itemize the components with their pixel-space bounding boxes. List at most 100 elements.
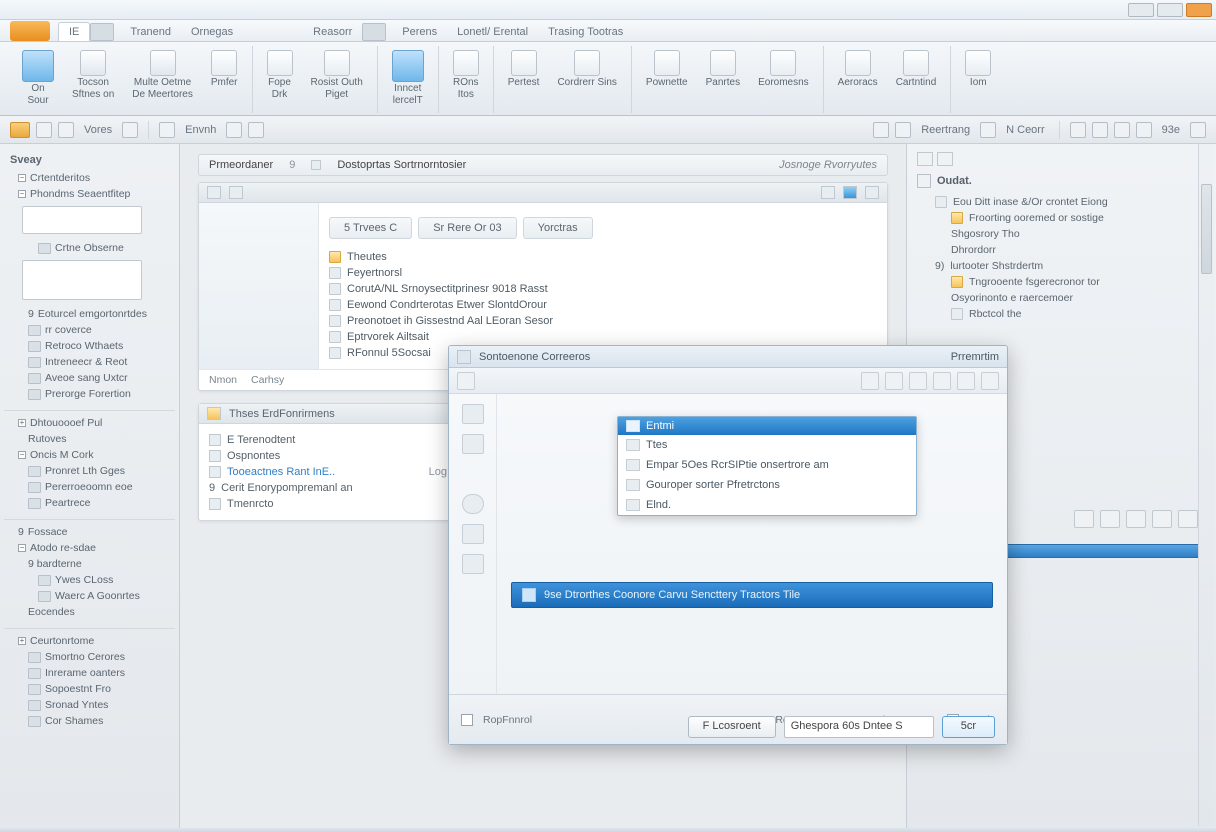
expand-icon[interactable]: − (18, 451, 26, 459)
inner-tab[interactable]: 5 Trvees C (329, 217, 412, 239)
props-item[interactable]: Rbctcol the (917, 306, 1206, 322)
ribbon-btn-tocson[interactable]: TocsonSftnes on (68, 48, 118, 102)
ribbon-btn-pownette[interactable]: Pownette (642, 48, 692, 90)
nav-item[interactable]: Smortno Cerores (4, 649, 175, 665)
props-item[interactable]: Shgosrory Tho (917, 226, 1206, 242)
vertical-scrollbar[interactable] (1198, 144, 1214, 826)
expand-icon[interactable]: − (18, 174, 26, 182)
list-item[interactable]: E Terenodtent (209, 432, 447, 448)
dropdown-item[interactable]: Gouroper sorter Pfretrctons (618, 475, 916, 495)
tool-btn[interactable] (1074, 510, 1094, 528)
ribbon-btn-iom[interactable]: Iom (961, 48, 995, 90)
props-item[interactable]: Froorting ooremed or sostige (917, 210, 1206, 226)
places-icon[interactable] (462, 554, 484, 574)
dialog-tool-btn[interactable] (933, 372, 951, 390)
nav-item[interactable]: Aveoe sang Uxtcr (4, 370, 175, 386)
nav-section[interactable]: 9Fossace (4, 519, 175, 540)
nav-item[interactable]: rr coverce (4, 322, 175, 338)
places-icon[interactable] (462, 494, 484, 514)
tool-btn[interactable] (1190, 122, 1206, 138)
props-item[interactable]: 9)lurtooter Shstrdertm (917, 258, 1206, 274)
tool-btn[interactable] (1114, 122, 1130, 138)
ribbon-tab-7[interactable]: Trasing Tootras (538, 23, 633, 41)
nav-section[interactable]: +Dhtouoooef Pul (4, 410, 175, 431)
nav-item[interactable]: Pererroeoomn eoe (4, 479, 175, 495)
nav-item[interactable]: Intreneecr & Reot (4, 354, 175, 370)
dropdown-item[interactable]: Elnd. (618, 495, 916, 515)
ribbon-tab-1[interactable]: IE (58, 22, 90, 41)
ribbon-tab-4[interactable]: Reasorr (303, 23, 362, 41)
nav-thumbnail[interactable] (22, 206, 142, 234)
tool-btn[interactable] (1100, 510, 1120, 528)
ribbon-btn-aeroracs[interactable]: Aeroracs (834, 48, 882, 90)
expand-icon[interactable]: + (18, 419, 26, 427)
doc-icon[interactable] (821, 186, 835, 199)
tool-btn[interactable] (1070, 122, 1086, 138)
nav-item[interactable]: Sronad Yntes (4, 697, 175, 713)
ribbon-tab-6[interactable]: Lonetl/ Erental (447, 23, 538, 41)
ribbon-btn-fope[interactable]: FopeDrk (263, 48, 297, 102)
tool-btn[interactable] (980, 122, 996, 138)
inner-tab[interactable]: Sr Rere Or 03 (418, 217, 516, 239)
dialog-tool-btn[interactable] (457, 372, 475, 390)
list-item[interactable]: Feyertnorsl (329, 265, 877, 281)
nav-item[interactable]: Ywes CLoss (4, 572, 175, 588)
dialog-tool-btn[interactable] (861, 372, 879, 390)
list-item[interactable]: Theutes (329, 249, 877, 265)
tool-btn[interactable] (226, 122, 242, 138)
tool-btn[interactable] (1126, 510, 1146, 528)
nav-item[interactable]: Sopoestnt Fro (4, 681, 175, 697)
nav-item[interactable]: Crtne Obserne (4, 240, 175, 256)
nav-item[interactable]: −Crtentderitos (4, 170, 175, 186)
places-icon[interactable] (462, 404, 484, 424)
nav-item[interactable]: Peartrece (4, 495, 175, 511)
folder-icon[interactable] (10, 122, 30, 138)
dialog-ok-button[interactable]: 5cr (942, 716, 995, 738)
tool-btn[interactable] (1092, 122, 1108, 138)
expand-icon[interactable]: − (18, 190, 26, 198)
ribbon-btn-pertest[interactable]: Pertest (504, 48, 544, 90)
tool-btn[interactable] (58, 122, 74, 138)
nav-item[interactable]: −Phondms Seaentfitep (4, 186, 175, 202)
ribbon-tab-2[interactable]: Tranend (120, 23, 181, 41)
nav-item[interactable]: Cor Shames (4, 713, 175, 729)
dialog-btn[interactable]: F Lcosroent (688, 716, 776, 738)
dialog-selection-bar[interactable]: 9se Dtrorthes Coonore Carvu Sencttery Tr… (511, 582, 993, 608)
dialog-tool-btn[interactable] (909, 372, 927, 390)
expand-icon[interactable]: + (18, 637, 26, 645)
pane-tool-icon[interactable] (917, 152, 933, 166)
nav-section[interactable]: +Ceurtonrtome (4, 628, 175, 649)
ribbon-btn-rosist[interactable]: Rosist OuthPiget (307, 48, 367, 102)
expand-icon[interactable]: − (18, 544, 26, 552)
nav-item[interactable]: Inrerame oanters (4, 665, 175, 681)
doc-tab[interactable]: Prmeordaner (209, 159, 273, 171)
app-orb-button[interactable] (10, 21, 50, 41)
minimize-button[interactable] (1128, 3, 1154, 17)
dropdown-item[interactable]: Empar 5Oes RcrSIPtie onsertrore am (618, 455, 916, 475)
tool-btn[interactable] (1152, 510, 1172, 528)
tool-btn[interactable] (36, 122, 52, 138)
close-button[interactable] (1186, 3, 1212, 17)
ribbon-btn-rons[interactable]: ROnsItos (449, 48, 483, 102)
list-item[interactable]: Tooeactnes Rant InE..Log (209, 464, 447, 480)
doc-tab[interactable]: Dostoprtas Sortrnorntosier (337, 159, 466, 171)
props-item[interactable]: Eou Ditt inase &/Or crontet Eiong (917, 194, 1206, 210)
ribbon-btn-eoromesns[interactable]: Eoromesns (754, 48, 813, 90)
maximize-button[interactable] (1157, 3, 1183, 17)
list-item[interactable]: Ospnontes (209, 448, 447, 464)
scrollbar-thumb[interactable] (1201, 184, 1212, 274)
list-item[interactable]: Eptrvorek Ailtsait (329, 329, 877, 345)
ribbon-btn-pmfer[interactable]: Pmfer (207, 48, 242, 90)
ribbon-btn-cartntind[interactable]: Cartntind (892, 48, 941, 90)
dialog-type-select[interactable]: Ghespora 60s Dntee S (784, 716, 934, 738)
ribbon-btn-multe[interactable]: Multe OetmeDe Meertores (128, 48, 197, 102)
tool-btn[interactable] (1178, 510, 1198, 528)
dialog-tool-btn[interactable] (981, 372, 999, 390)
nav-item[interactable]: Rutoves (4, 431, 175, 447)
ribbon-btn-cordrerr[interactable]: Cordrerr Sins (553, 48, 620, 90)
ribbon-tab-3[interactable]: Ornegas (181, 23, 243, 41)
ribbon-btn-on[interactable]: OnSour (18, 48, 58, 108)
dropdown-header[interactable]: Entmi (618, 417, 916, 435)
nav-item[interactable]: Pronret Lth Gges (4, 463, 175, 479)
nav-item[interactable]: 9 bardterne (4, 556, 175, 572)
